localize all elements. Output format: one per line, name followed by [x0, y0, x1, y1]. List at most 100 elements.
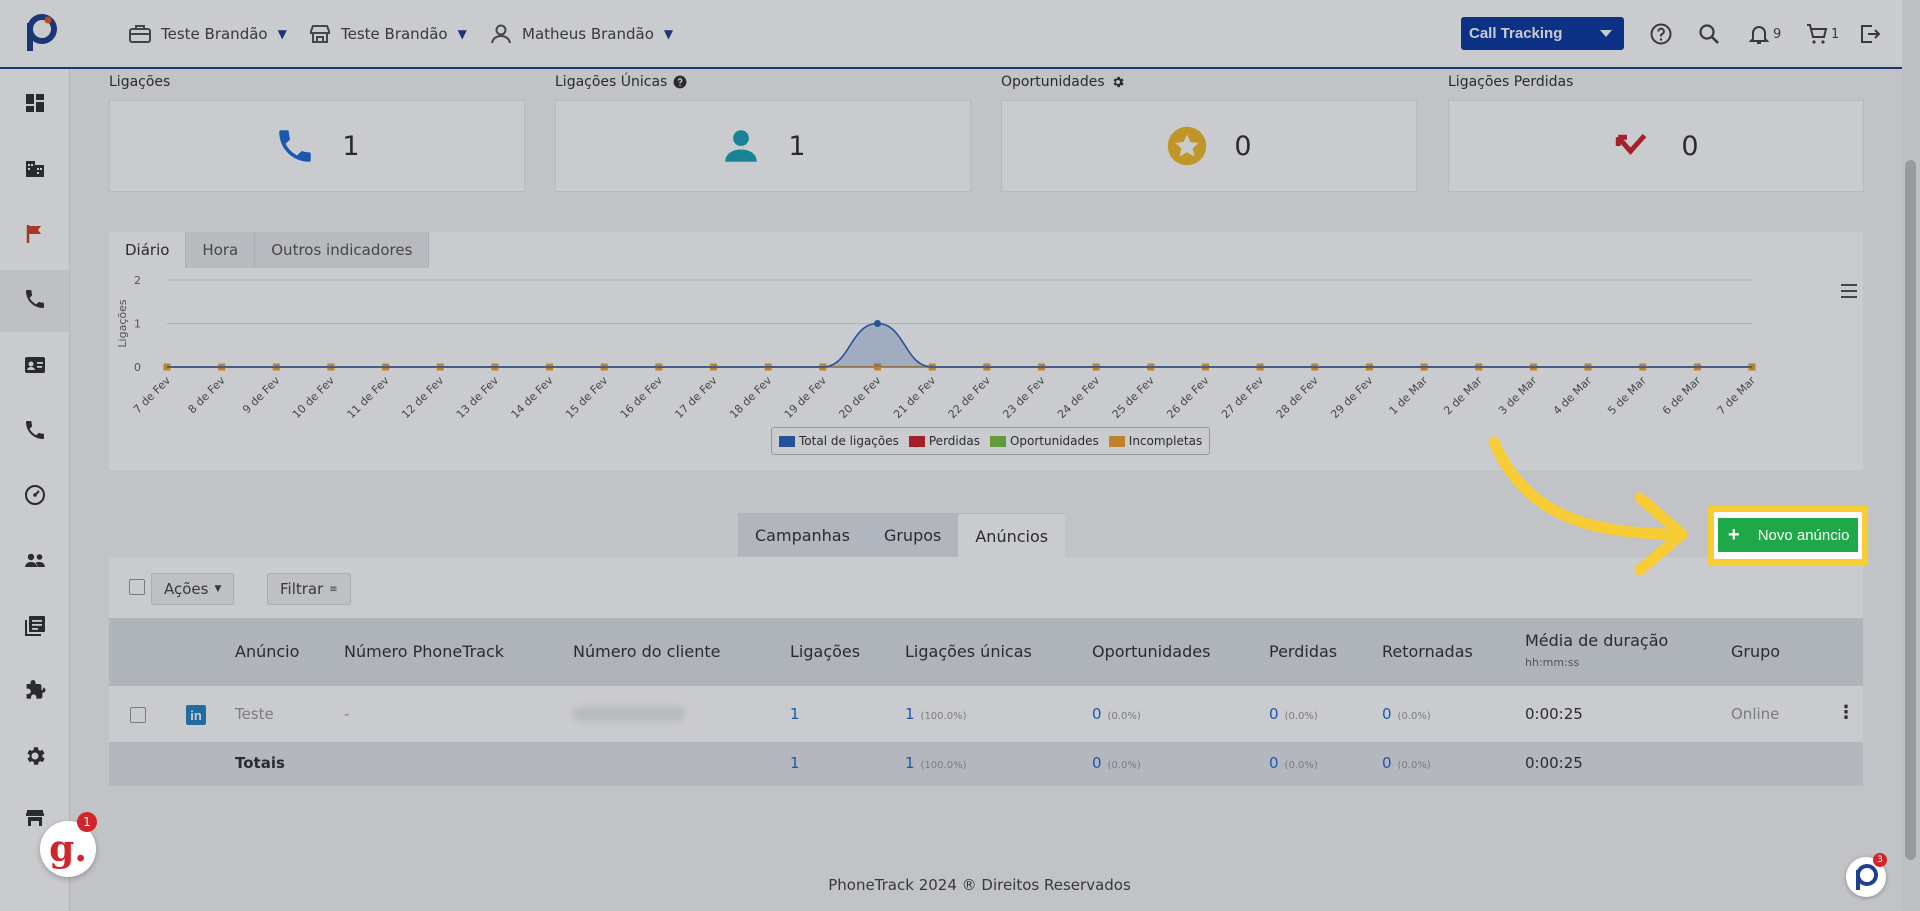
legend-item[interactable]: Oportunidades — [989, 434, 1099, 448]
search-button[interactable] — [1697, 20, 1721, 48]
tab-ads[interactable]: Anúncios — [958, 513, 1066, 558]
x-tick-label: 16 de Fev — [618, 374, 666, 422]
y-tick-label: 2 — [134, 274, 141, 287]
cell-group: Online — [1731, 705, 1780, 723]
row-checkbox[interactable] — [130, 707, 146, 723]
scrollbar-thumb[interactable] — [1905, 160, 1916, 860]
sidebar-item-dashboard[interactable] — [23, 91, 47, 115]
totals-returned: 0 (0.0%) — [1382, 754, 1431, 772]
legend-swatch — [908, 435, 925, 447]
filter-button[interactable]: Filtrar ≡ — [267, 573, 351, 605]
column-header-opportunities[interactable]: Oportunidades — [1092, 642, 1210, 661]
cell-ad-name[interactable]: Teste — [235, 705, 274, 723]
library-icon — [25, 616, 45, 636]
cell-returned-value: 0 — [1382, 705, 1392, 723]
help-circle-icon[interactable] — [673, 75, 687, 89]
sidebar-item-store[interactable] — [23, 806, 47, 830]
store-icon — [310, 25, 330, 43]
sidebar-item-campaigns[interactable] — [23, 222, 47, 246]
x-tick-label: 29 de Fev — [1328, 374, 1376, 422]
column-header-avg-duration-label: Média de duração — [1525, 631, 1669, 650]
app-page: Teste Brandão ▼ Teste Brandão ▼ Matheus … — [0, 0, 1920, 911]
column-header-returned[interactable]: Retornadas — [1382, 642, 1473, 661]
column-header-ad[interactable]: Anúncio — [235, 642, 299, 661]
cell-unique-calls-value: 1 — [905, 705, 915, 723]
column-header-group[interactable]: Grupo — [1731, 642, 1780, 661]
totals-unique-calls-pct: (100.0%) — [920, 760, 967, 771]
sidebar-item-settings[interactable] — [23, 744, 47, 768]
x-tick-label: 19 de Fev — [782, 374, 830, 422]
x-tick-label: 5 de Mar — [1605, 374, 1649, 418]
x-tick-label: 13 de Fev — [454, 374, 502, 422]
sidebar-item-contacts[interactable] — [23, 353, 47, 377]
totals-avg-duration: 0:00:25 — [1525, 754, 1583, 772]
cell-returned-pct: (0.0%) — [1397, 711, 1431, 722]
company-selector[interactable]: Teste Brandão ▼ — [127, 22, 287, 46]
star-circle-icon — [1168, 126, 1207, 166]
column-header-unique-calls[interactable]: Ligações únicas — [905, 642, 1032, 661]
legend-item[interactable]: Total de ligações — [779, 434, 899, 448]
sidebar-item-phone-numbers[interactable] — [23, 418, 47, 442]
notifications-button[interactable]: 9 — [1747, 20, 1781, 48]
column-header-missed[interactable]: Perdidas — [1269, 642, 1337, 661]
store-selector[interactable]: Teste Brandão ▼ — [307, 22, 467, 46]
legend-item[interactable]: Incompletas — [1108, 434, 1203, 448]
new-ad-button[interactable]: + Novo anúncio — [1718, 518, 1858, 552]
logout-button[interactable] — [1858, 20, 1882, 48]
chat-widget-count: 1 — [77, 812, 97, 832]
cell-returned[interactable]: 0 (0.0%) — [1382, 705, 1431, 723]
sidebar-item-users[interactable] — [23, 548, 47, 572]
stat-value: 0 — [1234, 130, 1252, 162]
help-button[interactable] — [1649, 20, 1673, 48]
stat-label-unique-calls: Ligações Únicas — [555, 74, 687, 90]
x-tick-label: 7 de Fev — [131, 374, 174, 417]
help-widget-count: 3 — [1873, 853, 1887, 867]
notifications-count: 9 — [1773, 26, 1782, 42]
column-header-phonetrack-number[interactable]: Número PhoneTrack — [344, 642, 504, 661]
gear-icon[interactable] — [1111, 75, 1125, 89]
phonetrack-logo[interactable] — [22, 13, 58, 53]
stat-label-missed-calls: Ligações Perdidas — [1448, 74, 1573, 90]
series-line — [167, 322, 1752, 368]
help-circle-icon — [1650, 23, 1672, 45]
cart-button[interactable]: 1 — [1805, 20, 1839, 48]
cell-calls[interactable]: 1 — [790, 705, 800, 723]
legend-label: Incompletas — [1128, 434, 1203, 448]
contact-card-icon — [25, 357, 45, 373]
cart-count: 1 — [1831, 26, 1840, 42]
sidebar-item-reports[interactable] — [23, 614, 47, 638]
cell-missed[interactable]: 0 (0.0%) — [1269, 705, 1318, 723]
product-select[interactable]: Call Tracking — [1461, 17, 1624, 50]
column-header-client-number[interactable]: Número do cliente — [573, 642, 720, 661]
linkedin-icon: in — [186, 705, 206, 725]
table-totals-row: Totais 1 1 (100.0%) 0 (0.0%) 0 (0.0%) 0 (0.0… — [109, 742, 1863, 786]
y-tick-label: 1 — [134, 318, 141, 331]
tutorial-arrow-icon — [1488, 436, 1688, 576]
user-selector[interactable]: Matheus Brandão ▼ — [488, 22, 673, 46]
sidebar-item-integrations[interactable] — [23, 483, 47, 507]
sidebar-item-extensions[interactable] — [23, 679, 47, 703]
totals-calls: 1 — [790, 754, 800, 772]
phone-icon — [279, 130, 312, 162]
sidebar-item-companies[interactable] — [23, 156, 47, 180]
column-header-calls[interactable]: Ligações — [790, 642, 860, 661]
tab-campaigns[interactable]: Campanhas — [738, 513, 867, 557]
cell-opportunities[interactable]: 0 (0.0%) — [1092, 705, 1141, 723]
x-tick-label: 10 de Fev — [290, 374, 338, 422]
cell-unique-calls[interactable]: 1 (100.0%) — [905, 705, 966, 723]
chart-menu-icon[interactable] — [1841, 284, 1857, 298]
column-header-avg-duration[interactable]: Média de duração hh:mm:ss — [1525, 631, 1668, 669]
x-tick-label: 8 de Fev — [186, 374, 229, 417]
sidebar-item-calls[interactable] — [23, 287, 47, 311]
select-all-checkbox[interactable] — [129, 579, 145, 595]
x-tick-label: 20 de Fev — [836, 374, 884, 422]
actions-button[interactable]: Ações ▼ — [151, 573, 235, 605]
puzzle-icon — [26, 680, 46, 699]
row-more-options-icon[interactable]: ⋮ — [1837, 702, 1855, 723]
legend-label: Oportunidades — [1009, 434, 1099, 448]
tab-groups[interactable]: Grupos — [866, 513, 959, 557]
person-icon — [725, 130, 758, 162]
legend-item[interactable]: Perdidas — [908, 434, 980, 448]
totals-missed-pct: (0.0%) — [1284, 760, 1318, 771]
x-tick-label: 11 de Fev — [345, 374, 393, 422]
